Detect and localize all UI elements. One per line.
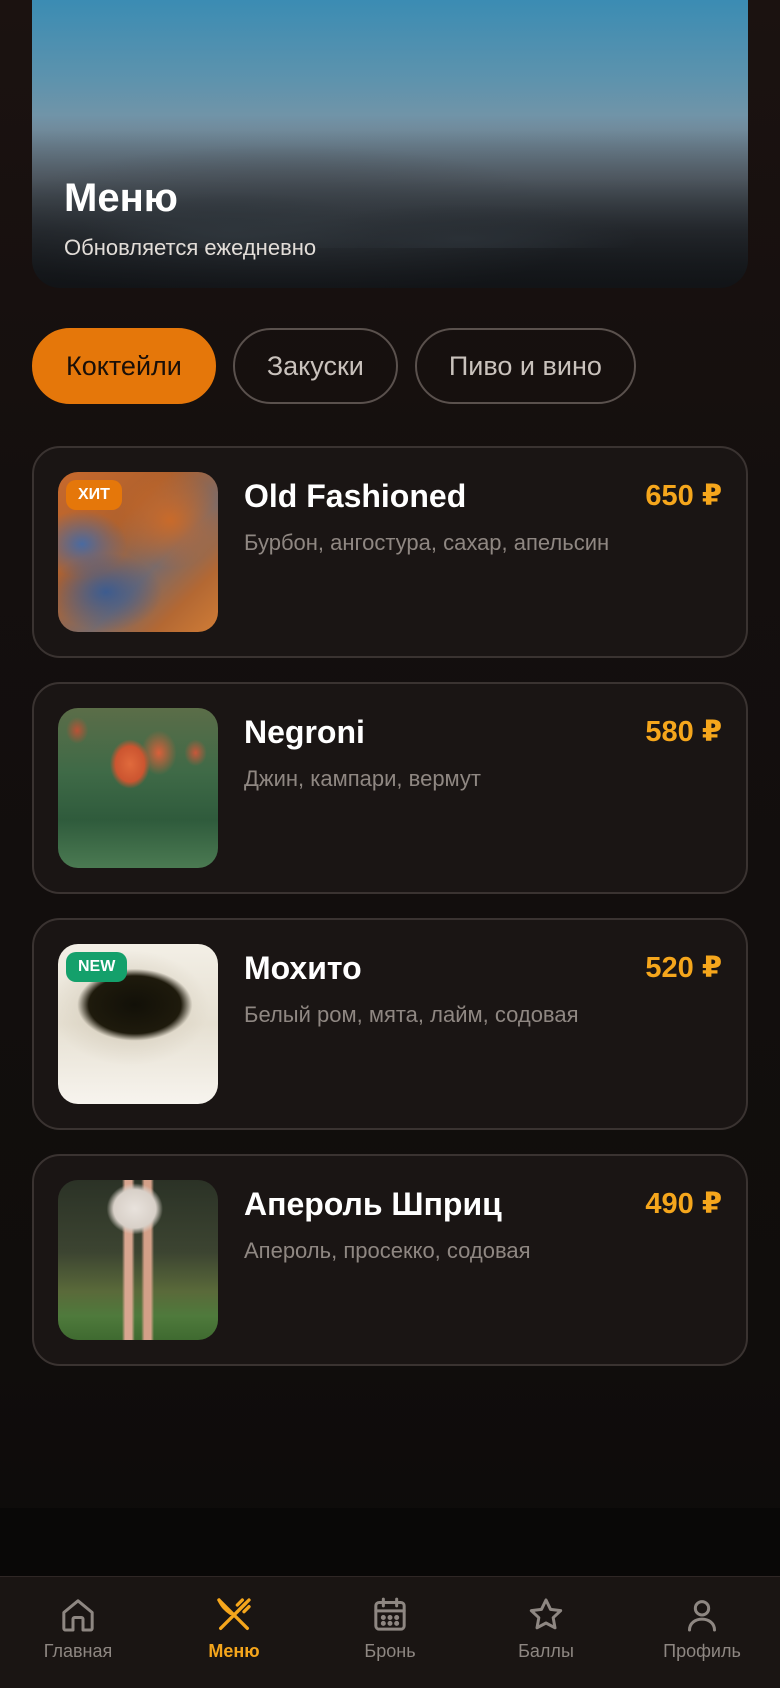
item-photo xyxy=(58,1180,218,1340)
nav-item-points[interactable]: Баллы xyxy=(468,1577,624,1688)
hero-banner: Меню Обновляется ежедневно xyxy=(32,0,748,288)
tab-cocktails[interactable]: Коктейли xyxy=(32,328,216,404)
app-screen: Меню Обновляется ежедневно Коктейли Заку… xyxy=(0,0,780,1688)
nav-item-menu[interactable]: Меню xyxy=(156,1577,312,1688)
nav-label: Баллы xyxy=(518,1641,574,1661)
nav-item-home[interactable]: Главная xyxy=(0,1577,156,1688)
home-icon xyxy=(62,1599,94,1632)
item-price: 490 ₽ xyxy=(645,1188,722,1220)
item-image xyxy=(58,1180,218,1340)
nav-item-profile[interactable]: Профиль xyxy=(624,1577,780,1688)
star-icon xyxy=(529,1598,563,1630)
item-price: 650 ₽ xyxy=(645,480,722,512)
nav-label: Главная xyxy=(43,1641,113,1661)
category-tabs: Коктейли Закуски Пиво и вино xyxy=(32,328,636,404)
hit-badge: ХИТ xyxy=(66,480,122,510)
page-title: Меню xyxy=(64,176,178,220)
menu-item-card[interactable]: Апероль Шприц Апероль, просекко, содовая… xyxy=(32,1154,748,1366)
item-name: Negroni xyxy=(244,714,365,750)
item-description: Бурбон, ангостура, сахар, апельсин xyxy=(244,530,610,555)
user-icon xyxy=(688,1600,716,1632)
calendar-icon xyxy=(374,1597,406,1631)
nav-item-booking[interactable]: Бронь xyxy=(312,1577,468,1688)
tab-beer-wine[interactable]: Пиво и вино xyxy=(414,328,636,404)
item-photo xyxy=(58,708,218,868)
item-description: Джин, кампари, вермут xyxy=(244,766,482,791)
item-name: Апероль Шприц xyxy=(244,1186,502,1222)
nav-label: Меню xyxy=(208,1641,260,1661)
item-price: 580 ₽ xyxy=(645,716,722,748)
page-subtitle: Обновляется ежедневно xyxy=(64,235,317,260)
menu-item-card[interactable]: ХИТ Old Fashioned Бурбон, ангостура, сах… xyxy=(32,446,748,658)
item-name: Мохито xyxy=(244,950,362,986)
menu-item-card[interactable]: NEW Мохито Белый ром, мята, лайм, содова… xyxy=(32,918,748,1130)
nav-shadow xyxy=(0,1508,780,1576)
nav-label: Профиль xyxy=(663,1641,741,1661)
item-image: ХИТ xyxy=(58,472,218,632)
item-description: Апероль, просекко, содовая xyxy=(244,1238,531,1263)
item-description: Белый ром, мята, лайм, содовая xyxy=(244,1002,579,1027)
menu-item-card[interactable]: Negroni Джин, кампари, вермут 580 ₽ xyxy=(32,682,748,894)
bottom-nav: Главная Меню Бронь Баллы Профиль xyxy=(0,1576,780,1688)
new-badge: NEW xyxy=(66,952,128,982)
item-name: Old Fashioned xyxy=(244,478,467,514)
item-image: NEW xyxy=(58,944,218,1104)
utensils-icon xyxy=(217,1598,251,1630)
item-image xyxy=(58,708,218,868)
nav-label: Бронь xyxy=(364,1641,416,1661)
tab-snacks[interactable]: Закуски xyxy=(232,328,398,404)
item-price: 520 ₽ xyxy=(645,952,722,984)
